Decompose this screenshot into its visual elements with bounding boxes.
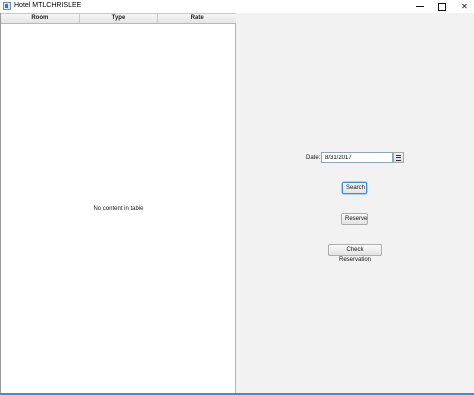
minimize-icon <box>415 6 424 7</box>
reservations-table[interactable]: Room Type Rate No content in table <box>0 13 236 393</box>
column-header-rate[interactable]: Rate <box>158 14 236 23</box>
date-label: Date: <box>306 155 321 161</box>
column-header-type[interactable]: Type <box>80 14 159 23</box>
reserve-button[interactable]: Reserve <box>341 213 368 225</box>
calendar-button[interactable] <box>393 152 404 163</box>
app-icon <box>3 2 11 10</box>
check-reservation-button[interactable]: Check Reservation <box>328 244 382 263</box>
calendar-icon <box>396 154 401 161</box>
empty-table-message: No content in table <box>93 206 144 212</box>
title-bar[interactable]: Hotel MTLCHRISLEE ✕ <box>0 0 474 13</box>
close-icon: ✕ <box>461 2 468 11</box>
window-title: Hotel MTLCHRISLEE <box>14 2 82 9</box>
table-header: Room Type Rate <box>1 13 236 24</box>
search-button[interactable]: Search <box>342 182 367 194</box>
date-picker-input[interactable] <box>321 152 393 163</box>
column-header-room[interactable]: Room <box>1 14 80 23</box>
maximize-icon <box>437 2 446 11</box>
app-window: Hotel MTLCHRISLEE ✕ Room Type Rate No co… <box>0 0 474 395</box>
close-button[interactable]: ✕ <box>451 0 474 13</box>
reservation-form-panel: Date: Search Reserve Check Reservation <box>236 13 474 393</box>
